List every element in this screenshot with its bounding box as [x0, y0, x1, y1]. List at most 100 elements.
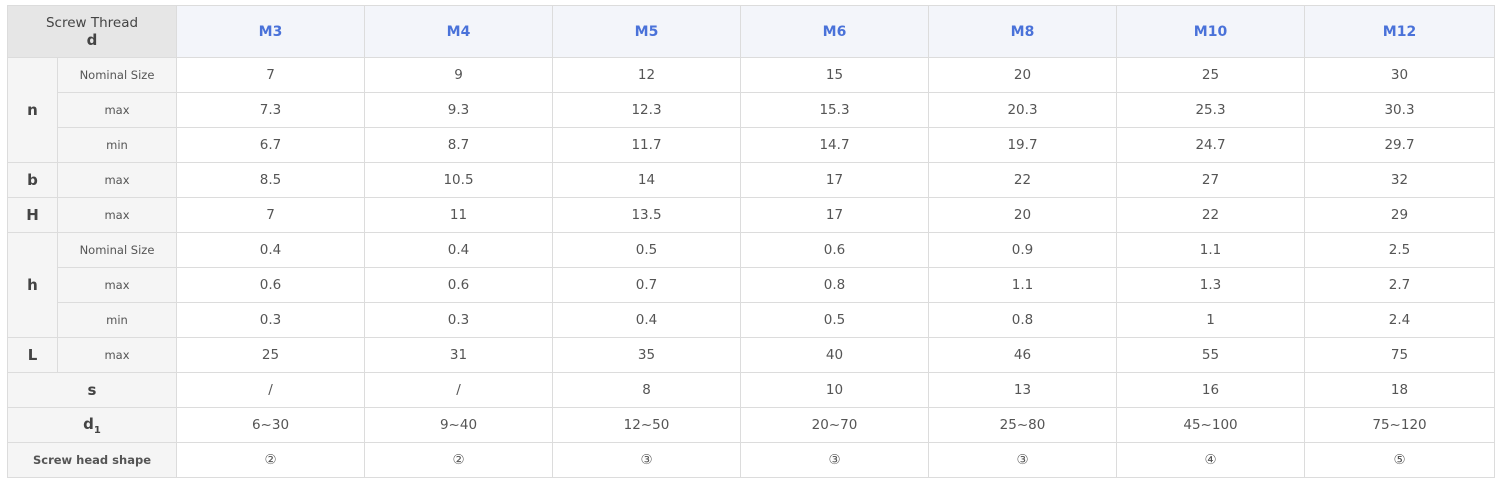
- value-cell: 20.3: [928, 92, 1117, 128]
- value-cell: 19.7: [928, 127, 1117, 163]
- value-cell: 14: [552, 162, 741, 198]
- value-cell: 0.3: [176, 302, 365, 338]
- value-cell: 8: [552, 372, 741, 408]
- value-cell: 1: [1116, 302, 1305, 338]
- table-row: min 6.7 8.7 11.7 14.7 19.7 24.7 29.7: [8, 127, 1495, 163]
- value-cell: ③: [928, 442, 1117, 478]
- value-cell: 6.7: [176, 127, 365, 163]
- value-cell: 0.5: [740, 302, 929, 338]
- value-cell: 31: [364, 337, 553, 373]
- sub-label-cell: max: [57, 267, 177, 303]
- value-cell: 25: [176, 337, 365, 373]
- value-cell: 2.7: [1304, 267, 1495, 303]
- table-row: d1 6~30 9~40 12~50 20~70 25~80 45~100 75~120: [7, 407, 1495, 443]
- value-cell: 20~70: [740, 407, 929, 443]
- value-cell: 10: [740, 372, 929, 408]
- value-cell: ③: [740, 442, 929, 478]
- parameter-symbol-cell: L: [7, 337, 58, 373]
- value-cell: 12: [552, 57, 741, 93]
- value-cell: 75: [1304, 337, 1495, 373]
- table-row: min 0.3 0.3 0.4 0.5 0.8 1 2.4: [8, 302, 1495, 338]
- value-cell: 45~100: [1116, 407, 1305, 443]
- corner-header-cell: Screw Thread d: [7, 5, 177, 58]
- value-cell: 10.5: [364, 162, 553, 198]
- sub-label-cell: max: [57, 337, 177, 373]
- value-cell: 29: [1304, 197, 1495, 233]
- value-cell: 14.7: [740, 127, 929, 163]
- table-row: max 0.6 0.6 0.7 0.8 1.1 1.3 2.7: [8, 267, 1495, 303]
- value-cell: 12.3: [552, 92, 741, 128]
- value-cell: /: [176, 372, 365, 408]
- value-cell: 0.4: [364, 232, 553, 268]
- value-cell: 29.7: [1304, 127, 1495, 163]
- value-cell: 0.6: [364, 267, 553, 303]
- parameter-symbol-cell: d1: [7, 407, 177, 443]
- value-cell: 30.3: [1304, 92, 1495, 128]
- sub-label-cell: max: [57, 162, 177, 198]
- value-cell: 9: [364, 57, 553, 93]
- value-cell: 9.3: [364, 92, 553, 128]
- sub-label-cell: Nominal Size: [57, 232, 177, 268]
- value-cell: 1.1: [928, 267, 1117, 303]
- sub-label-cell: max: [57, 197, 177, 233]
- column-header-cell: M5: [552, 5, 741, 58]
- value-cell: ⑤: [1304, 442, 1495, 478]
- value-cell: 55: [1116, 337, 1305, 373]
- value-cell: /: [364, 372, 553, 408]
- value-cell: 16: [1116, 372, 1305, 408]
- value-cell: 0.3: [364, 302, 553, 338]
- value-cell: 46: [928, 337, 1117, 373]
- value-cell: 8.7: [364, 127, 553, 163]
- corner-symbol: d: [86, 30, 98, 49]
- column-header-cell: M3: [176, 5, 365, 58]
- column-header-cell: M10: [1116, 5, 1305, 58]
- value-cell: 13.5: [552, 197, 741, 233]
- sub-label-cell: Nominal Size: [57, 57, 177, 93]
- sub-label-cell: max: [57, 92, 177, 128]
- value-cell: 0.7: [552, 267, 741, 303]
- table-row: max 7.3 9.3 12.3 15.3 20.3 25.3 30.3: [8, 92, 1495, 128]
- table-row: b max 8.5 10.5 14 17 22 27 32: [7, 162, 1495, 198]
- value-cell: 12~50: [552, 407, 741, 443]
- value-cell: 0.5: [552, 232, 741, 268]
- value-cell: 27: [1116, 162, 1305, 198]
- table-row: Lmax 25 31 35 40 46 55 75: [7, 337, 1495, 373]
- value-cell: 7: [176, 197, 365, 233]
- value-cell: 1.1: [1116, 232, 1305, 268]
- sub-label-cell: min: [57, 302, 177, 338]
- sub-label-cell: min: [57, 127, 177, 163]
- value-cell: 35: [552, 337, 741, 373]
- table-row: Hmax 7 11 13.5 17 20 22 29: [7, 197, 1495, 233]
- value-cell: 0.8: [928, 302, 1117, 338]
- value-cell: 2.5: [1304, 232, 1495, 268]
- value-cell: 15.3: [740, 92, 929, 128]
- table-row: h Nominal Size 0.4 0.4 0.5 0.6 0.9 1.1 2.5: [7, 232, 1495, 338]
- parameter-symbol-cell: h: [7, 232, 58, 338]
- parameter-symbol-cell: n: [7, 57, 58, 163]
- symbol-subscript: 1: [93, 424, 101, 436]
- value-cell: ④: [1116, 442, 1305, 478]
- value-cell: 9~40: [364, 407, 553, 443]
- value-cell: 2.4: [1304, 302, 1495, 338]
- value-cell: 22: [928, 162, 1117, 198]
- value-cell: 20: [928, 57, 1117, 93]
- symbol-base: d: [83, 414, 94, 433]
- value-cell: 25~80: [928, 407, 1117, 443]
- column-header-cell: M8: [928, 5, 1117, 58]
- value-cell: 30: [1304, 57, 1495, 93]
- parameter-symbol-cell: H: [7, 197, 58, 233]
- column-header-cell: M4: [364, 5, 553, 58]
- value-cell: 13: [928, 372, 1117, 408]
- value-cell: 0.6: [740, 232, 929, 268]
- value-cell: 25: [1116, 57, 1305, 93]
- column-header-cell: M12: [1304, 5, 1495, 58]
- value-cell: 18: [1304, 372, 1495, 408]
- value-cell: 7: [176, 57, 365, 93]
- column-header-cell: M6: [740, 5, 929, 58]
- table-row: Screw head shape ② ② ③ ③ ③ ④ ⑤: [7, 442, 1495, 478]
- header-row: Screw Thread d M3 M4 M5 M6 M8 M10 M12: [7, 5, 1495, 58]
- corner-title: Screw Thread: [45, 14, 139, 31]
- value-cell: 6~30: [176, 407, 365, 443]
- value-cell: 0.4: [552, 302, 741, 338]
- value-cell: 17: [740, 197, 929, 233]
